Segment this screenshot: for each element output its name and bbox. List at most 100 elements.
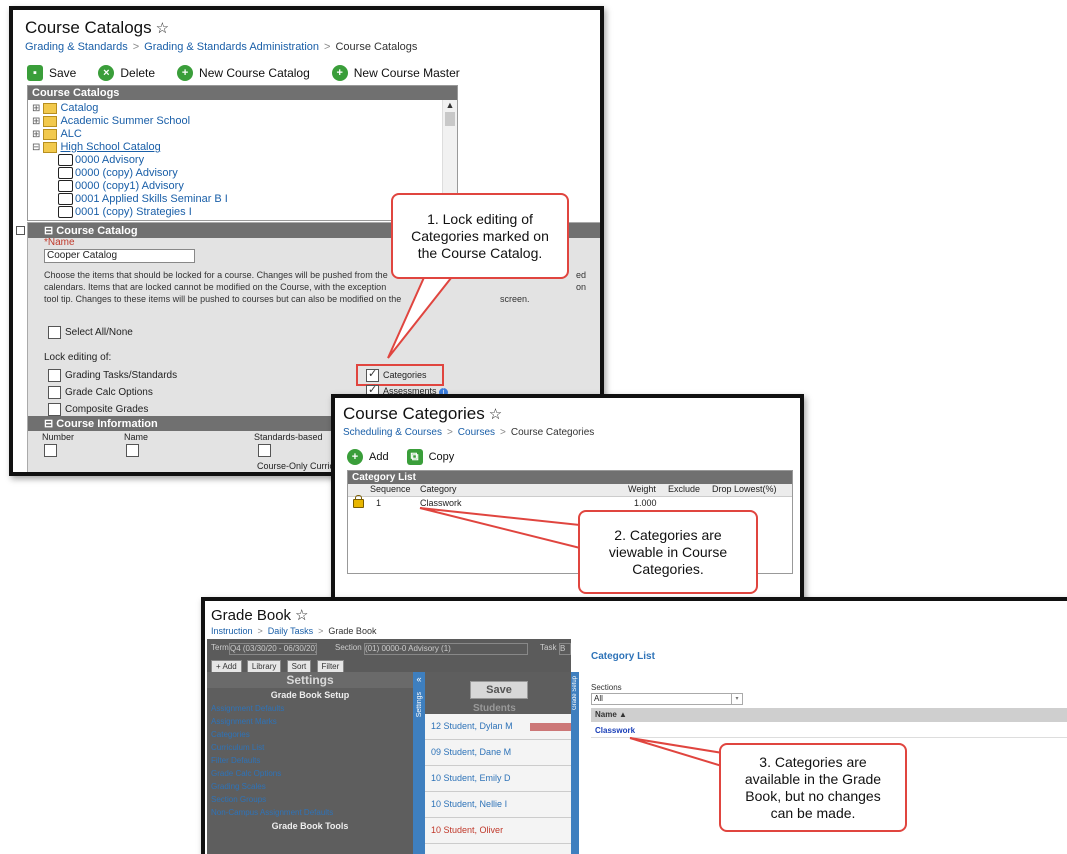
tree-item-label: Catalog [60, 102, 99, 114]
category-link-classwork[interactable]: Classwork [595, 726, 635, 735]
copy-button[interactable]: ⧉ Copy [406, 449, 454, 465]
number-checkbox[interactable] [44, 444, 57, 457]
student-row[interactable]: 10 Student, Emily D [425, 766, 571, 792]
expand-icon[interactable]: ⊞ [32, 116, 40, 127]
sort-ascending-icon[interactable]: ▲ [619, 710, 627, 719]
col-exclude[interactable]: Exclude [668, 484, 700, 494]
col-category[interactable]: Category [420, 484, 457, 494]
students-header-label[interactable]: Students [473, 703, 516, 714]
collapse-side-icon[interactable] [16, 226, 25, 235]
standards-checkbox[interactable] [258, 444, 271, 457]
collapse-arrow-icon[interactable]: « [413, 674, 425, 684]
breadcrumb-link-instruction[interactable]: Instruction [211, 626, 253, 636]
tree-item-selected[interactable]: ⊟ High School Catalog [32, 141, 457, 154]
tree-item-label: 0000 (copy) Advisory [75, 167, 178, 179]
cell-weight: 1.000 [634, 498, 657, 508]
favorite-star-icon[interactable]: ☆ [489, 406, 502, 423]
delete-icon: × [98, 65, 115, 81]
curriculum-checkbox[interactable] [260, 473, 273, 476]
composite-grades-checkbox[interactable]: Composite Grades [48, 403, 148, 416]
name-input[interactable]: Cooper Catalog [44, 249, 195, 263]
new-course-master-button[interactable]: + New Course Master [331, 65, 460, 81]
student-row[interactable]: 10 Student, Nellie I [425, 792, 571, 818]
student-name[interactable]: Student, Emily D [444, 773, 511, 783]
student-row[interactable]: 12 Student, Dylan M [425, 714, 582, 740]
save-button[interactable]: ▪ Save [27, 65, 76, 81]
tree-item-label: Academic Summer School [60, 115, 191, 127]
setup-link[interactable]: Grade Calc Options [211, 767, 413, 780]
favorite-star-icon[interactable]: ☆ [156, 20, 169, 37]
col-weight[interactable]: Weight [628, 484, 656, 494]
categories-checkbox[interactable]: Categories [366, 367, 427, 382]
student-name[interactable]: Student, Oliver [444, 825, 504, 835]
number-col-label: Number [42, 432, 75, 442]
setup-link[interactable]: Assignment Marks [211, 715, 413, 728]
grade-setup-side-tab[interactable]: Grade Setup [571, 672, 579, 854]
tree-item-label: 0001 (copy) Strategies I [75, 206, 192, 218]
delete-button[interactable]: × Delete [98, 65, 155, 81]
course-book-icon [58, 180, 73, 193]
tree-item[interactable]: ⊞ ALC [32, 128, 457, 141]
col-drop-lowest[interactable]: Drop Lowest(%) [712, 484, 777, 494]
student-name[interactable]: Student, Dylan M [444, 721, 513, 731]
favorite-star-icon[interactable]: ☆ [295, 607, 308, 624]
breadcrumb-chevron-icon: > [324, 41, 331, 53]
checkbox[interactable] [48, 386, 61, 399]
scrollbar-thumb[interactable] [445, 112, 455, 126]
course-book-icon [58, 206, 73, 219]
task-select[interactable]: B [559, 643, 571, 655]
student-name[interactable]: Student, Dane M [444, 747, 512, 757]
term-label: Term [211, 643, 229, 652]
setup-link[interactable]: Assignment Defaults [211, 702, 413, 715]
breadcrumb-link-scheduling[interactable]: Scheduling & Courses [343, 427, 442, 438]
tree-item[interactable]: 0000 (copy1) Advisory [32, 180, 457, 193]
grade-book-save-button[interactable]: Save [470, 681, 528, 699]
save-label: Save [49, 66, 77, 80]
scroll-up-icon[interactable]: ▲ [443, 100, 457, 110]
setup-link[interactable]: Categories [211, 728, 413, 741]
tree-item[interactable]: 0000 (copy) Advisory [32, 167, 457, 180]
option-label: Composite Grades [65, 404, 149, 416]
setup-link[interactable]: Non-Campus Assignment Defaults [211, 806, 413, 819]
setup-link[interactable]: Curriculum List [211, 741, 413, 754]
checkbox[interactable] [48, 403, 61, 416]
page-title-wrap: Course Categories ☆ [343, 404, 502, 424]
setup-link[interactable]: Filter Defaults [211, 754, 413, 767]
settings-title: Settings [207, 672, 413, 688]
section-select[interactable]: (01) 0000-0 Advisory (1) [364, 643, 528, 655]
student-row[interactable]: 10 Student, Oliver [425, 818, 571, 844]
breadcrumb-link-admin[interactable]: Grading & Standards Administration [144, 41, 319, 53]
new-course-catalog-button[interactable]: + New Course Catalog [177, 65, 310, 81]
checkbox[interactable] [48, 326, 61, 339]
student-row[interactable]: 09 Student, Dane M [425, 740, 571, 766]
grading-tasks-checkbox[interactable]: Grading Tasks/Standards [48, 369, 177, 382]
breadcrumb-link-courses[interactable]: Courses [458, 427, 495, 438]
term-select[interactable]: Q4 (03/30/20 - 06/30/20) [229, 643, 317, 655]
col-sequence[interactable]: Sequence [370, 484, 411, 494]
name-checkbox[interactable] [126, 444, 139, 457]
expand-icon[interactable]: ⊞ [32, 129, 40, 140]
breadcrumb-link-daily-tasks[interactable]: Daily Tasks [268, 626, 313, 636]
select-all-checkbox[interactable]: Select All/None [48, 326, 133, 339]
settings-side-tab[interactable]: « Settings [413, 672, 425, 854]
add-button[interactable]: + Add [347, 449, 389, 465]
tree-item[interactable]: 0000 Advisory [32, 154, 457, 167]
collapse-icon[interactable]: ⊟ [32, 142, 40, 153]
checkbox[interactable] [48, 369, 61, 382]
tree-item[interactable]: ⊞ Academic Summer School [32, 115, 457, 128]
breadcrumb-link-grading[interactable]: Grading & Standards [25, 41, 128, 53]
checkbox-checked[interactable] [366, 367, 379, 382]
table-row[interactable]: 1 Classwork 1.000 [348, 495, 792, 511]
lock-icon [353, 499, 364, 508]
grade-calc-checkbox[interactable]: Grade Calc Options [48, 386, 153, 399]
sections-select[interactable]: All ▾ [591, 693, 743, 705]
dropdown-arrow-icon[interactable]: ▾ [731, 694, 742, 704]
name-column-header[interactable]: Name [595, 710, 617, 719]
setup-link[interactable]: Section Groups [211, 793, 413, 806]
setup-link[interactable]: Grading Scales [211, 780, 413, 793]
tree-item[interactable]: ⊞ Catalog [32, 102, 457, 115]
expand-icon[interactable]: ⊞ [32, 103, 40, 114]
student-name[interactable]: Student, Nellie I [444, 799, 508, 809]
tools-title: Grade Book Tools [271, 821, 349, 831]
callout-1-text: 1. Lock editing of Categories marked on … [411, 210, 549, 261]
